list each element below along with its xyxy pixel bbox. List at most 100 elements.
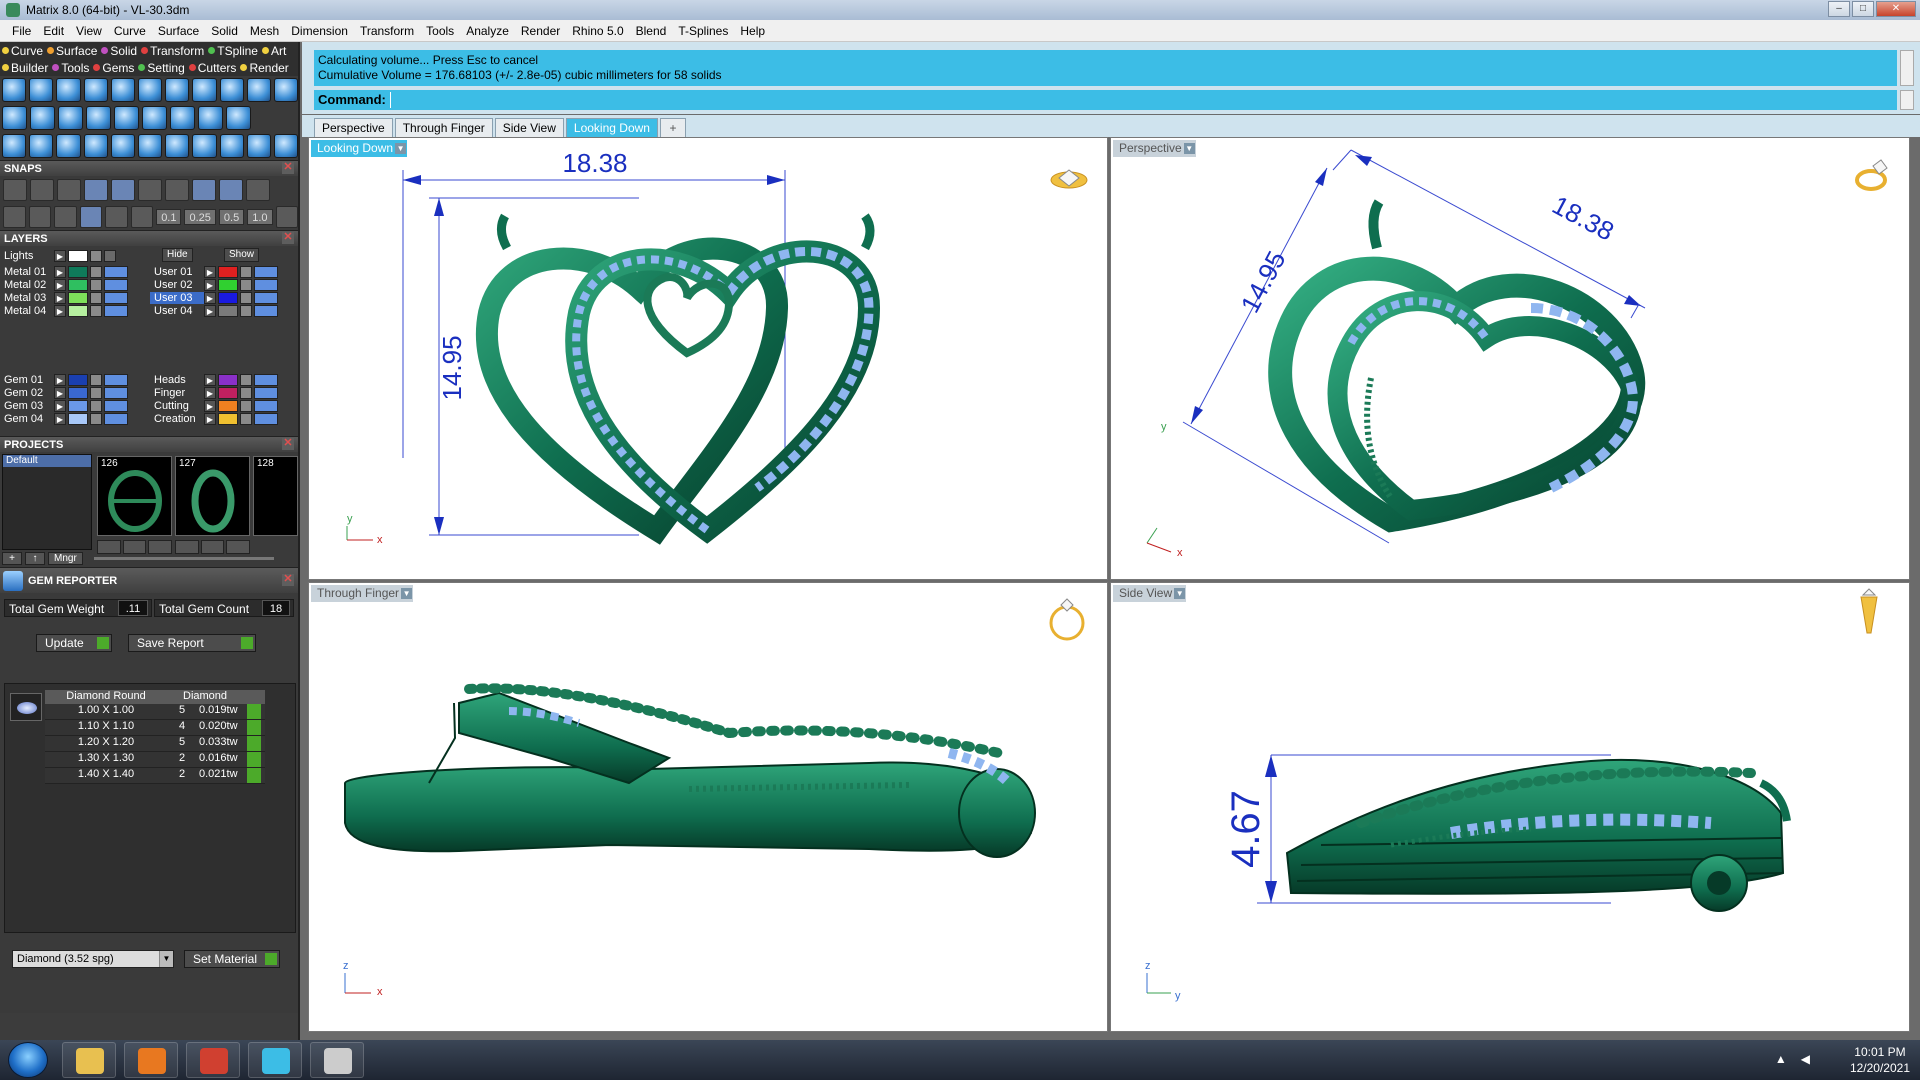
select-row-icon[interactable] xyxy=(247,704,261,719)
layer-color-swatch[interactable] xyxy=(68,278,88,291)
visibility-icon[interactable] xyxy=(254,291,278,304)
layer-arrow-icon[interactable]: ▶ xyxy=(54,373,66,386)
select-row-icon[interactable] xyxy=(247,720,261,735)
frame-tool-icon[interactable] xyxy=(192,134,217,158)
bezel-tool-icon[interactable] xyxy=(58,106,83,130)
layer-arrow-icon[interactable]: ▶ xyxy=(204,265,216,278)
layer-row[interactable]: Gem 04 ▶ xyxy=(0,411,128,426)
layer-name[interactable]: Cutting xyxy=(150,400,204,412)
tab-looking-down[interactable]: Looking Down xyxy=(565,118,658,137)
layer-color-swatch[interactable] xyxy=(68,386,88,399)
palette-builder[interactable]: Builder xyxy=(2,61,48,75)
layer-name[interactable]: Finger xyxy=(150,387,204,399)
palette-cutters[interactable]: Cutters xyxy=(188,61,236,75)
gear-tool-icon[interactable] xyxy=(246,78,271,102)
table-row[interactable]: 1.40 X 1.40 2 0.021tw xyxy=(45,768,265,784)
snap-perp-icon[interactable] xyxy=(219,178,243,201)
array-tool-icon[interactable] xyxy=(226,106,251,130)
visibility-icon[interactable] xyxy=(254,399,278,412)
layer-color-swatch[interactable] xyxy=(68,265,88,278)
lock-icon[interactable] xyxy=(240,278,252,291)
taskbar-explorer[interactable] xyxy=(62,1042,116,1078)
builder-tool-icon[interactable] xyxy=(56,78,81,102)
show-button[interactable]: Show xyxy=(224,248,260,262)
bulb-icon[interactable] xyxy=(104,249,116,262)
menu-mesh[interactable]: Mesh xyxy=(244,24,285,38)
set-material-button[interactable]: Set Material xyxy=(184,950,280,968)
menu-dimension[interactable]: Dimension xyxy=(285,24,354,38)
layer-arrow-icon[interactable]: ▶ xyxy=(204,278,216,291)
visibility-icon[interactable] xyxy=(254,304,278,317)
viewport-label[interactable]: Looking Down ▼ xyxy=(311,140,408,157)
layer-arrow-icon[interactable]: ▶ xyxy=(54,265,66,278)
palette-render[interactable]: Render xyxy=(240,61,289,75)
lock-icon[interactable] xyxy=(90,399,102,412)
layer-arrow-icon[interactable]: ▶ xyxy=(54,304,66,317)
loft-tool-icon[interactable] xyxy=(2,106,27,130)
taskbar-matrix[interactable] xyxy=(248,1042,302,1078)
tab-side-view[interactable]: Side View xyxy=(494,118,564,137)
lock-icon[interactable] xyxy=(240,373,252,386)
close-icon[interactable]: ✕ xyxy=(282,162,294,174)
layer-arrow-icon[interactable]: ▶ xyxy=(54,386,66,399)
start-button[interactable] xyxy=(8,1042,48,1078)
palette-gems[interactable]: Gems xyxy=(93,61,134,75)
setting-tool-icon[interactable] xyxy=(110,78,135,102)
material-select[interactable]: Diamond (3.52 spg) ▼ xyxy=(12,950,174,968)
menu-tools[interactable]: Tools xyxy=(420,24,460,38)
layer-row[interactable]: Metal 04 ▶ xyxy=(0,303,128,318)
layer-color-swatch[interactable] xyxy=(218,386,238,399)
volume-icon[interactable]: ◀ xyxy=(1801,1052,1810,1066)
brush-tool-icon[interactable] xyxy=(165,134,190,158)
layer-color-swatch[interactable] xyxy=(218,304,238,317)
menu-tsplines[interactable]: T-Splines xyxy=(672,24,734,38)
gem-tool-icon[interactable] xyxy=(137,78,163,102)
visibility-icon[interactable] xyxy=(104,265,128,278)
command-scrollbar[interactable] xyxy=(1900,90,1914,110)
palette-curve[interactable]: Curve xyxy=(2,44,43,58)
snap-tan-icon[interactable] xyxy=(246,178,270,201)
circle-tool-icon[interactable] xyxy=(273,134,299,158)
layer-arrow-icon[interactable]: ▶ xyxy=(54,399,66,412)
layer-color-swatch[interactable] xyxy=(68,291,88,304)
command-input[interactable] xyxy=(390,92,1890,108)
layer-name[interactable]: Gem 04 xyxy=(0,413,54,425)
lock-icon[interactable] xyxy=(90,278,102,291)
lock-icon[interactable] xyxy=(240,304,252,317)
warp-tool-icon[interactable] xyxy=(56,134,81,158)
layer-name[interactable]: Gem 02 xyxy=(0,387,54,399)
layer-arrow-icon[interactable]: ▶ xyxy=(204,386,216,399)
layer-row[interactable]: User 04 ▶ xyxy=(150,303,278,318)
lock-icon[interactable] xyxy=(90,412,102,425)
maximize-button[interactable]: □ xyxy=(1852,1,1874,17)
thumb-size-slider[interactable] xyxy=(93,557,274,560)
tray-arrow-icon[interactable]: ▲ xyxy=(1775,1052,1787,1066)
lock-icon[interactable] xyxy=(240,399,252,412)
visibility-icon[interactable] xyxy=(104,291,128,304)
lock-icon[interactable] xyxy=(240,291,252,304)
visibility-icon[interactable] xyxy=(104,278,128,291)
clock[interactable]: 10:01 PM 12/20/2021 xyxy=(1850,1044,1910,1076)
hide-button[interactable]: Hide xyxy=(162,248,193,262)
crop-tool-icon[interactable] xyxy=(246,134,271,158)
snap-step-05[interactable]: 0.5 xyxy=(218,208,245,225)
snap-near-icon[interactable] xyxy=(192,178,216,201)
palette-surface[interactable]: Surface xyxy=(47,44,97,58)
lock-icon[interactable] xyxy=(90,291,102,304)
snap-pen-icon[interactable] xyxy=(54,205,77,228)
lock-icon[interactable] xyxy=(90,304,102,317)
layer-name[interactable]: Metal 04 xyxy=(0,305,54,317)
layer-color-swatch[interactable] xyxy=(218,291,238,304)
viewport-label[interactable]: Through Finger ▼ xyxy=(311,585,414,602)
layer-color-swatch[interactable] xyxy=(218,373,238,386)
close-button[interactable]: ✕ xyxy=(1876,1,1916,17)
cut-tool-icon[interactable] xyxy=(86,106,111,130)
close-icon[interactable]: ✕ xyxy=(282,438,294,450)
select-row-icon[interactable] xyxy=(247,736,261,751)
menu-edit[interactable]: Edit xyxy=(37,24,70,38)
snap-mid-icon[interactable] xyxy=(111,178,135,201)
layer-arrow-icon[interactable]: ▶ xyxy=(54,278,66,291)
history-scrollbar[interactable] xyxy=(1900,50,1914,86)
scatter-tool-icon[interactable] xyxy=(2,134,27,158)
ring-tool-icon[interactable] xyxy=(165,78,190,102)
